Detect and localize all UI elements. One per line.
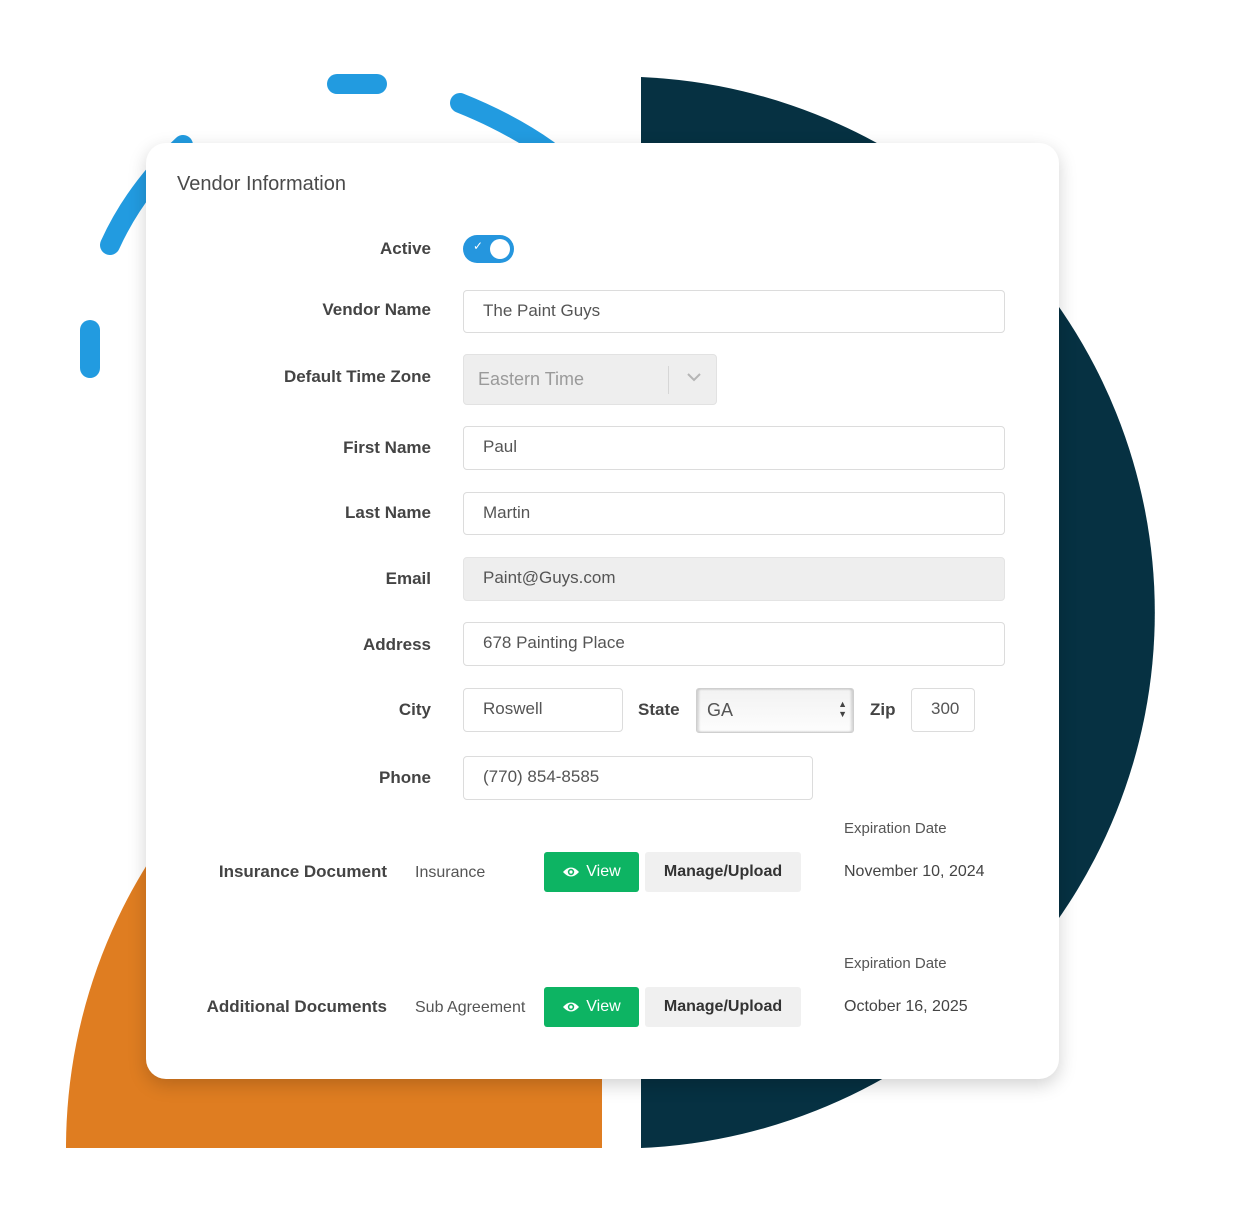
zip-input[interactable]: 300 xyxy=(911,688,975,732)
city-input[interactable]: Roswell xyxy=(463,688,623,732)
vendor-information-card: Vendor Information Active ✓ Vendor Name … xyxy=(146,143,1059,1079)
expiration-date-header: Expiration Date xyxy=(844,955,947,972)
document-type: Sub Agreement xyxy=(415,999,526,1016)
phone-label: Phone xyxy=(379,768,431,787)
state-select[interactable]: GA ▲ ▼ xyxy=(696,688,854,733)
phone-input[interactable]: (770) 854-8585 xyxy=(463,756,813,800)
select-separator xyxy=(668,366,669,394)
select-arrows-icon: ▲ ▼ xyxy=(838,699,847,719)
vendor-name-label: Vendor Name xyxy=(322,300,431,319)
expiration-date-value: November 10, 2024 xyxy=(844,863,985,880)
last-name-input[interactable]: Martin xyxy=(463,492,1005,535)
time-zone-label: Default Time Zone xyxy=(283,367,431,386)
eye-icon xyxy=(563,867,580,877)
first-name-label: First Name xyxy=(343,438,431,457)
insurance-document-label: Insurance Document xyxy=(218,862,387,881)
check-icon: ✓ xyxy=(473,239,484,253)
view-additional-button[interactable]: View xyxy=(544,987,639,1027)
toggle-knob xyxy=(490,239,510,259)
vendor-name-input[interactable]: The Paint Guys xyxy=(463,290,1005,333)
eye-icon xyxy=(563,1002,580,1012)
last-name-label: Last Name xyxy=(345,503,431,522)
document-type: Insurance xyxy=(415,864,486,881)
view-label: View xyxy=(586,998,621,1015)
manage-upload-additional-button[interactable]: Manage/Upload xyxy=(645,987,801,1027)
expiration-date-header: Expiration Date xyxy=(844,820,947,837)
manage-upload-insurance-button[interactable]: Manage/Upload xyxy=(645,852,801,892)
email-label: Email xyxy=(385,569,431,588)
email-input[interactable]: Paint@Guys.com xyxy=(463,557,1005,601)
expiration-date-value: October 16, 2025 xyxy=(844,998,968,1015)
card-title: Vendor Information xyxy=(177,173,346,195)
additional-documents-label: Additional Documents xyxy=(206,997,387,1016)
active-toggle[interactable]: ✓ xyxy=(463,235,514,263)
active-label: Active xyxy=(379,239,431,258)
first-name-input[interactable]: Paul xyxy=(463,426,1005,470)
zip-label: Zip xyxy=(870,700,896,719)
address-input[interactable]: 678 Painting Place xyxy=(463,622,1005,666)
city-label: City xyxy=(398,700,431,719)
time-zone-value: Eastern Time xyxy=(478,369,585,389)
time-zone-select[interactable]: Eastern Time xyxy=(463,354,717,405)
view-label: View xyxy=(586,863,621,880)
view-insurance-button[interactable]: View xyxy=(544,852,639,892)
state-value: GA xyxy=(707,700,734,720)
address-label: Address xyxy=(362,635,431,654)
state-label: State xyxy=(638,700,680,719)
chevron-down-icon xyxy=(687,373,701,382)
